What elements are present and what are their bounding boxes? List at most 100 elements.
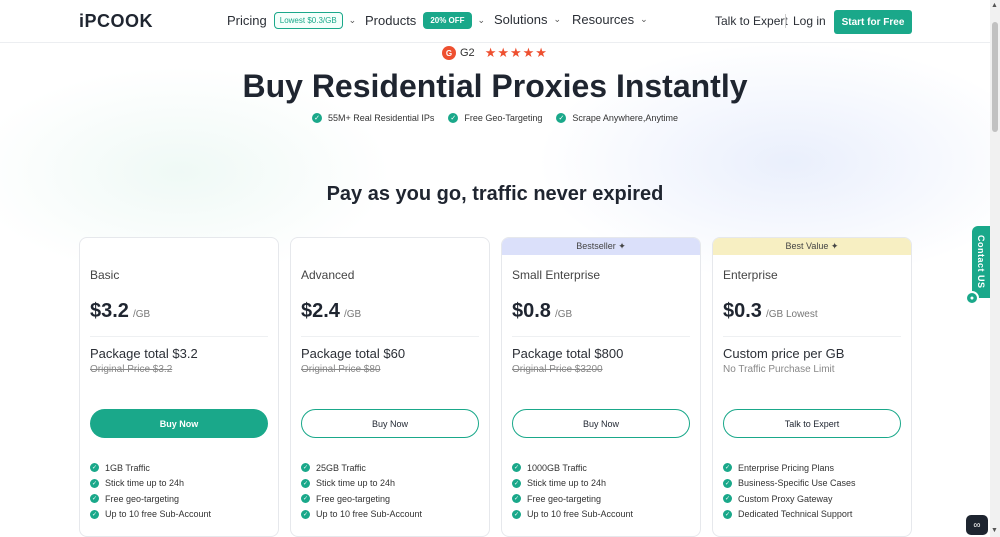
nav-pricing-label: Pricing [227, 13, 267, 28]
check-circle-icon: ✓ [723, 509, 732, 519]
plan-features: ✓ 1GB Traffic ✓ Stick time up to 24h ✓ Free… [90, 460, 211, 522]
list-item: ✓ Stick time up to 24h [301, 476, 422, 492]
nav-products[interactable]: Products 20% OFF ⌄ [365, 12, 485, 29]
price-unit: /GB [132, 309, 151, 320]
check-circle-icon: ✓ [556, 113, 567, 123]
talk-to-expert-button[interactable]: Talk to Expert [723, 409, 901, 438]
package-total: Package total $3.2 [90, 346, 198, 361]
plan-name: Enterprise [723, 268, 778, 282]
start-for-free-button[interactable]: Start for Free [834, 10, 912, 34]
chevron-down-icon: ⌄ [477, 15, 486, 25]
check-circle-icon: ✓ [512, 509, 521, 519]
check-circle-icon: ✓ [512, 494, 521, 504]
hero-feature: ✓ Free Geo-Targeting [448, 113, 542, 123]
check-circle-icon: ✓ [301, 463, 310, 473]
list-item: ✓ Up to 10 free Sub-Account [512, 507, 633, 523]
plan-feature-label: Free geo-targeting [105, 493, 180, 504]
contact-chat-icon[interactable]: ● [965, 291, 979, 305]
nav-solutions-label: Solutions [494, 12, 548, 27]
package-total: Package total $800 [512, 346, 624, 361]
plan-name: Advanced [301, 268, 355, 282]
plan-feature-label: 25GB Traffic [316, 462, 366, 473]
original-price: Original Price $3.2 [90, 364, 173, 375]
check-circle-icon: ✓ [448, 113, 459, 123]
price-value: $0.8 [512, 300, 551, 322]
plan-feature-label: Custom Proxy Gateway [738, 493, 833, 504]
check-circle-icon: ✓ [90, 509, 99, 519]
list-item: ✓ Free geo-targeting [90, 491, 211, 507]
list-item: ✓ Custom Proxy Gateway [723, 491, 856, 507]
list-item: ✓ Enterprise Pricing Plans [723, 460, 856, 476]
card-divider [723, 336, 901, 337]
check-circle-icon: ✓ [512, 478, 521, 488]
check-circle-icon: ✓ [512, 463, 521, 473]
pricing-card-enterprise: Best Value ✦ Enterprise $0.3 /GB Lowest … [712, 237, 912, 537]
nav-products-label: Products [365, 13, 417, 28]
nav-solutions[interactable]: Solutions ⌄ [494, 12, 561, 27]
chevron-down-icon: ⌄ [348, 15, 357, 25]
list-item: ✓ Up to 10 free Sub-Account [90, 507, 211, 523]
scrollbar-thumb[interactable] [992, 22, 998, 132]
pricing-card-advanced: Advanced $2.4 /GB Package total $60 Orig… [290, 237, 490, 537]
plan-feature-label: Dedicated Technical Support [738, 509, 853, 520]
nav-pricing[interactable]: Pricing Lowest $0.3/GB ⌄ [227, 12, 356, 29]
products-tag: 20% OFF [423, 12, 472, 29]
plan-feature-label: Enterprise Pricing Plans [738, 462, 835, 473]
chevron-down-icon: ⌄ [553, 14, 562, 24]
traffic-limit-note: No Traffic Purchase Limit [723, 364, 835, 375]
list-item: ✓ Dedicated Technical Support [723, 507, 856, 523]
list-item: ✓ Business-Specific Use Cases [723, 476, 856, 492]
check-circle-icon: ✓ [723, 463, 732, 473]
plan-feature-label: Free geo-targeting [527, 493, 602, 504]
list-item: ✓ Up to 10 free Sub-Account [301, 507, 422, 523]
check-circle-icon: ✓ [723, 494, 732, 504]
plan-feature-label: Up to 10 free Sub-Account [527, 509, 634, 520]
page-title: Buy Residential Proxies Instantly [242, 68, 748, 104]
list-item: ✓ Free geo-targeting [512, 491, 633, 507]
hero-feature-label: 55M+ Real Residential IPs [328, 113, 435, 123]
check-circle-icon: ✓ [90, 494, 99, 504]
login-link[interactable]: Log in [793, 14, 826, 28]
logo[interactable]: iPCOOK [79, 11, 153, 32]
buy-now-button[interactable]: Buy Now [512, 409, 690, 438]
g2-logo-icon: G [442, 46, 456, 60]
nav-resources[interactable]: Resources ⌄ [572, 12, 648, 27]
plan-feature-label: Stick time up to 24h [316, 478, 396, 489]
list-item: ✓ Free geo-targeting [301, 491, 422, 507]
scroll-up-arrow-icon[interactable]: ▲ [991, 2, 998, 9]
list-item: ✓ 1000GB Traffic [512, 460, 633, 476]
buy-now-button[interactable]: Buy Now [301, 409, 479, 438]
plan-name: Basic [90, 268, 120, 282]
contact-us-label: Contact US [976, 235, 986, 289]
scroll-down-arrow-icon[interactable]: ▼ [991, 527, 998, 534]
g2-label: G2 [460, 47, 475, 59]
check-circle-icon: ✓ [301, 478, 310, 488]
check-circle-icon: ✓ [301, 494, 310, 504]
card-divider [301, 336, 479, 337]
package-total: Custom price per GB [723, 346, 845, 361]
bestseller-banner: Bestseller ✦ [502, 238, 700, 255]
hero-feature-label: Free Geo-Targeting [464, 113, 543, 123]
plan-price: $0.3 /GB Lowest [723, 300, 818, 323]
plan-features: ✓ Enterprise Pricing Plans ✓ Business-Spec… [723, 460, 856, 522]
section-subtitle: Pay as you go, traffic never expired [326, 183, 664, 205]
list-item: ✓ 1GB Traffic [90, 460, 211, 476]
price-unit: /GB [343, 309, 362, 320]
g2-rating: G G2 ★★★★★ [442, 45, 548, 61]
price-unit: /GB [554, 309, 573, 320]
plan-price: $2.4 /GB [301, 300, 361, 323]
best-value-banner: Best Value ✦ [713, 238, 911, 255]
price-value: $2.4 [301, 300, 340, 322]
check-circle-icon: ✓ [301, 509, 310, 519]
chat-icon[interactable]: ∞ [966, 515, 988, 535]
contact-us-tab[interactable]: Contact US [972, 226, 990, 298]
card-divider [512, 336, 690, 337]
list-item: ✓ Stick time up to 24h [512, 476, 633, 492]
talk-to-expert-link[interactable]: Talk to Expert [715, 14, 788, 28]
price-unit: /GB Lowest [765, 309, 818, 320]
package-total: Package total $60 [301, 346, 406, 361]
buy-now-button[interactable]: Buy Now [90, 409, 268, 438]
pricing-tag: Lowest $0.3/GB [273, 12, 343, 29]
plan-feature-label: Up to 10 free Sub-Account [105, 509, 212, 520]
plan-feature-label: 1000GB Traffic [527, 462, 587, 473]
